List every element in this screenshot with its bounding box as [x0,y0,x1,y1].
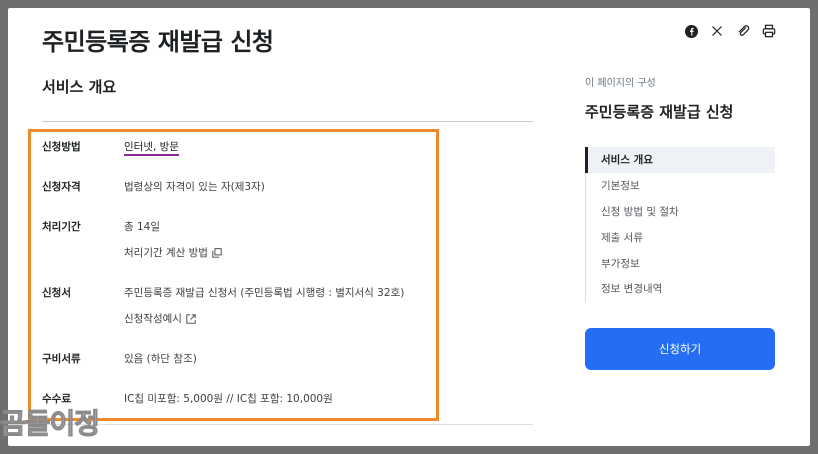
watermark: 곰돌이정 [0,407,101,441]
copy-icon [212,247,222,258]
toc-item-additional-info[interactable]: 부가정보 [586,250,775,276]
toc-caption: 이 페이지의 구성 [585,78,656,89]
print-icon[interactable] [762,24,776,38]
divider [42,121,533,122]
toc-title: 주민등록증 재발급 신청 [585,103,734,121]
row-label: 신청서 [42,287,71,299]
facebook-icon[interactable] [684,24,698,38]
toc-item-overview[interactable]: 서비스 개요 [585,147,775,173]
application-form-value: 주민등록증 재발급 신청서 (주민등록법 시행령 : 별지서식 32호) [124,287,405,299]
method-value[interactable]: 인터넷, 방문 [124,141,179,156]
toc-item-basic-info[interactable]: 기본정보 [586,173,775,199]
x-icon[interactable] [710,24,724,38]
row-label: 구비서류 [42,353,81,365]
row-label: 처리기간 [42,221,81,233]
required-documents-value: 있음 (하단 참조) [124,353,197,365]
processing-calc-link[interactable]: 처리기간 계산 방법 [124,245,222,260]
eligibility-value: 법령상의 자격이 있는 자(제3자) [124,181,265,193]
toc-item-procedure[interactable]: 신청 방법 및 절차 [586,199,775,225]
toc-nav: 서비스 개요 기본정보 신청 방법 및 절차 제출 서류 부가정보 정보 변경내… [585,147,775,302]
apply-button[interactable]: 신청하기 [585,328,775,370]
section-title: 서비스 개요 [42,78,117,96]
row-label: 신청자격 [42,181,81,193]
method-link[interactable]: 인터넷, 방문 [124,139,179,156]
external-link-icon [186,313,196,324]
share-toolbar [684,24,776,38]
toc-item-documents[interactable]: 제출 서류 [586,224,775,250]
toc-item-change-history[interactable]: 정보 변경내역 [586,276,775,302]
row-label: 신청방법 [42,141,81,153]
page-frame: 주민등록증 재발급 신청 서비스 개요 신청방법 인터넷, 방문 신청자격 법령… [8,8,810,446]
highlight-annotation [28,129,439,421]
processing-time-value: 총 14일 [124,221,161,233]
page-title: 주민등록증 재발급 신청 [42,28,274,56]
link-icon[interactable] [736,24,750,38]
form-example-label: 신청작성예시 [124,313,182,325]
processing-calc-label: 처리기간 계산 방법 [124,247,208,259]
divider [42,424,533,425]
fee-value: IC칩 미포함: 5,000원 // IC칩 포함: 10,000원 [124,393,333,405]
form-example-link[interactable]: 신청작성예시 [124,311,196,326]
